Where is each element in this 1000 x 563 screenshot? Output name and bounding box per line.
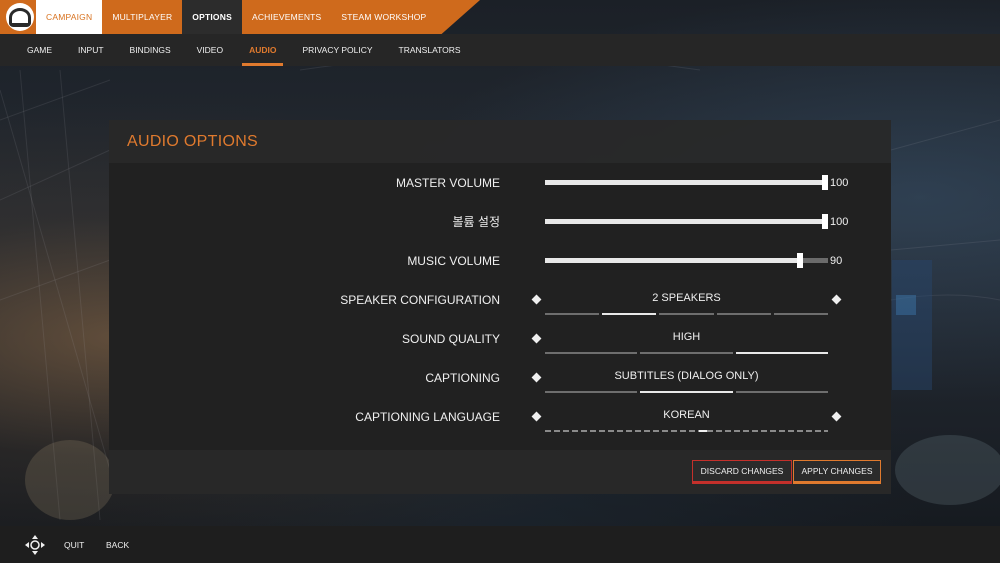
slider-fill — [545, 180, 828, 185]
subtab-game[interactable]: GAME — [20, 34, 59, 66]
previous-option-icon[interactable] — [531, 294, 542, 305]
bottom-bar — [0, 526, 1000, 563]
subtab-audio[interactable]: AUDIO — [242, 34, 284, 66]
option-segment — [602, 313, 657, 315]
options-subnav: GAME INPUT BINDINGS VIDEO AUDIO PRIVACY … — [20, 34, 480, 66]
slider-value: 100 — [830, 176, 849, 189]
slider-value: 90 — [830, 254, 843, 267]
captioning-language-value[interactable]: KOREAN — [545, 397, 828, 433]
panel-footer: DISCARD CHANGES APPLY CHANGES — [109, 450, 891, 494]
volume-setting-slider[interactable] — [545, 214, 828, 229]
game-logo-icon — [6, 3, 34, 31]
slider-handle[interactable] — [822, 175, 828, 190]
option-segment — [545, 352, 638, 354]
volume-setting-row: 볼륨 설정 100 — [109, 202, 891, 241]
captioning-value[interactable]: SUBTITLES (DIALOG ONLY) — [545, 358, 828, 394]
discard-changes-button[interactable]: DISCARD CHANGES — [692, 460, 792, 484]
previous-option-icon[interactable] — [531, 333, 542, 344]
option-dashed-track — [545, 430, 828, 432]
music-volume-row: MUSIC VOLUME 90 — [109, 241, 891, 280]
option-label: MASTER VOLUME — [395, 175, 500, 190]
music-volume-slider[interactable] — [545, 253, 828, 268]
panel-title: AUDIO OPTIONS — [127, 132, 259, 150]
subtab-video[interactable]: VIDEO — [190, 34, 230, 66]
subtab-translators[interactable]: TRANSLATORS — [392, 34, 468, 66]
option-segment — [545, 313, 600, 315]
tab-achievements[interactable]: ACHIEVEMENTS — [242, 0, 331, 34]
sound-quality-row: SOUND QUALITY HIGH — [109, 319, 891, 358]
main-tabs: CAMPAIGN MULTIPLAYER OPTIONS ACHIEVEMENT… — [36, 0, 436, 34]
option-position-marker — [699, 430, 707, 432]
slider-fill — [545, 258, 800, 263]
option-label: SOUND QUALITY — [401, 331, 500, 346]
dpad-icon — [25, 535, 45, 555]
tab-steam-workshop[interactable]: STEAM WORKSHOP — [331, 0, 436, 34]
tab-multiplayer[interactable]: MULTIPLAYER — [102, 0, 182, 34]
option-label: CAPTIONING — [425, 370, 500, 385]
option-segment — [545, 391, 638, 393]
slider-handle[interactable] — [797, 253, 803, 268]
previous-option-icon[interactable] — [531, 372, 542, 383]
sound-quality-value[interactable]: HIGH — [545, 319, 828, 355]
captioning-row: CAPTIONING SUBTITLES (DIALOG ONLY) — [109, 358, 891, 397]
quit-button[interactable]: QUIT — [64, 526, 84, 563]
option-segment — [716, 313, 771, 315]
audio-options-panel: AUDIO OPTIONS MASTER VOLUME 100 볼륨 설정 10… — [109, 120, 891, 494]
tab-options[interactable]: OPTIONS — [182, 0, 242, 34]
speaker-configuration-value[interactable]: 2 SPEAKERS — [545, 280, 828, 316]
subtab-privacy-policy[interactable]: PRIVACY POLICY — [295, 34, 379, 66]
option-segment — [659, 313, 714, 315]
subtab-input[interactable]: INPUT — [71, 34, 111, 66]
options-list: MASTER VOLUME 100 볼륨 설정 100 MUSIC VOLUME… — [109, 163, 891, 450]
slider-value: 100 — [830, 215, 849, 228]
option-segment — [735, 391, 828, 393]
option-segments — [545, 313, 829, 315]
slider-handle[interactable] — [822, 214, 828, 229]
option-segments — [545, 352, 828, 354]
option-segments — [545, 391, 828, 393]
option-segment — [640, 352, 733, 354]
option-label: 볼륨 설정 — [452, 215, 501, 229]
option-label: MUSIC VOLUME — [407, 253, 500, 268]
subtab-bindings[interactable]: BINDINGS — [123, 34, 178, 66]
option-segment — [735, 352, 828, 354]
option-segment — [640, 391, 733, 393]
option-label: SPEAKER CONFIGURATION — [340, 292, 500, 307]
option-label: CAPTIONING LANGUAGE — [355, 409, 500, 424]
next-option-icon[interactable] — [831, 294, 842, 305]
option-segment — [773, 313, 829, 315]
slider-fill — [545, 219, 828, 224]
next-option-icon[interactable] — [831, 411, 842, 422]
speaker-configuration-row: SPEAKER CONFIGURATION 2 SPEAKERS — [109, 280, 891, 319]
back-button[interactable]: BACK — [106, 526, 129, 563]
master-volume-slider[interactable] — [545, 175, 828, 190]
tab-campaign[interactable]: CAMPAIGN — [36, 0, 103, 34]
previous-option-icon[interactable] — [531, 411, 542, 422]
captioning-language-row: CAPTIONING LANGUAGE KOREAN — [109, 397, 891, 436]
apply-changes-button[interactable]: APPLY CHANGES — [793, 460, 881, 484]
master-volume-row: MASTER VOLUME 100 — [109, 163, 891, 202]
